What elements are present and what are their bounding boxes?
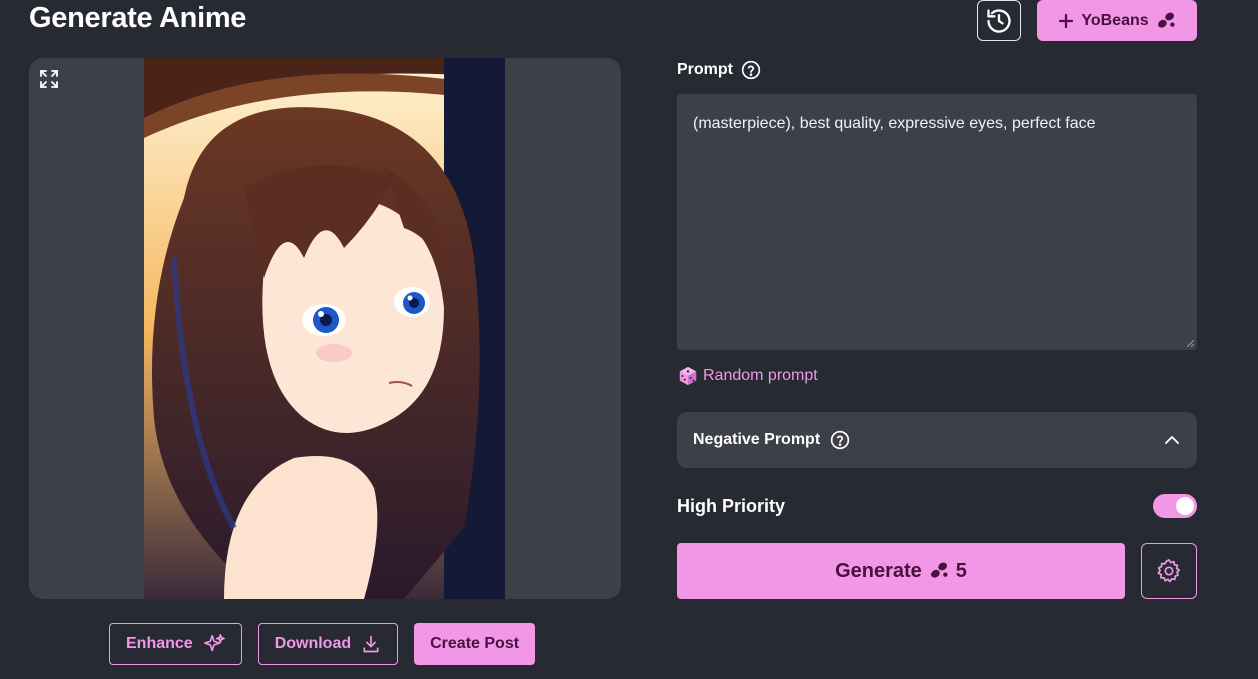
prompt-label-row: Prompt — [677, 60, 761, 80]
sparkle-icon — [203, 634, 225, 652]
page-title: Generate Anime — [29, 2, 247, 34]
random-prompt-label: Random prompt — [703, 367, 818, 384]
generate-label: Generate — [835, 559, 922, 582]
negative-prompt-toggle[interactable]: Negative Prompt — [677, 412, 1197, 468]
settings-button[interactable] — [1141, 543, 1197, 599]
yobeans-label: YoBeans — [1081, 11, 1149, 29]
bean-icon — [1157, 12, 1175, 28]
resize-grip-icon[interactable] — [1186, 339, 1194, 347]
history-button[interactable] — [977, 0, 1021, 41]
generated-image — [144, 58, 505, 599]
prompt-text: (masterpiece), best quality, expressive … — [693, 115, 1096, 132]
bean-icon — [930, 562, 948, 578]
prompt-textarea[interactable]: (masterpiece), best quality, expressive … — [677, 94, 1197, 350]
generate-button[interactable]: Generate 5 — [677, 543, 1125, 599]
image-preview-panel — [29, 58, 621, 599]
high-priority-toggle[interactable] — [1153, 494, 1197, 518]
plus-icon — [1059, 13, 1074, 28]
random-prompt-link[interactable]: Random prompt — [677, 365, 818, 387]
negative-prompt-label: Negative Prompt — [693, 431, 821, 448]
enhance-label: Enhance — [126, 635, 193, 652]
dice-icon — [679, 366, 697, 386]
toggle-knob — [1176, 497, 1194, 515]
download-label: Download — [274, 635, 352, 652]
generate-cost: 5 — [955, 559, 967, 582]
high-priority-label: High Priority — [677, 495, 786, 516]
expand-icon[interactable] — [39, 69, 59, 89]
download-button[interactable]: Download — [257, 623, 399, 665]
chevron-up-icon — [1165, 436, 1179, 444]
help-circle-icon[interactable] — [830, 430, 850, 450]
add-yobeans-button[interactable]: YoBeans — [1037, 0, 1197, 41]
create-post-button[interactable]: Create Post — [414, 623, 536, 665]
history-icon — [987, 8, 1011, 33]
high-priority-row: High Priority — [677, 493, 1197, 519]
gear-icon — [1157, 559, 1181, 583]
enhance-button[interactable]: Enhance — [109, 623, 242, 665]
prompt-label: Prompt — [677, 61, 733, 78]
download-icon — [363, 635, 379, 653]
help-circle-icon[interactable] — [741, 60, 761, 80]
